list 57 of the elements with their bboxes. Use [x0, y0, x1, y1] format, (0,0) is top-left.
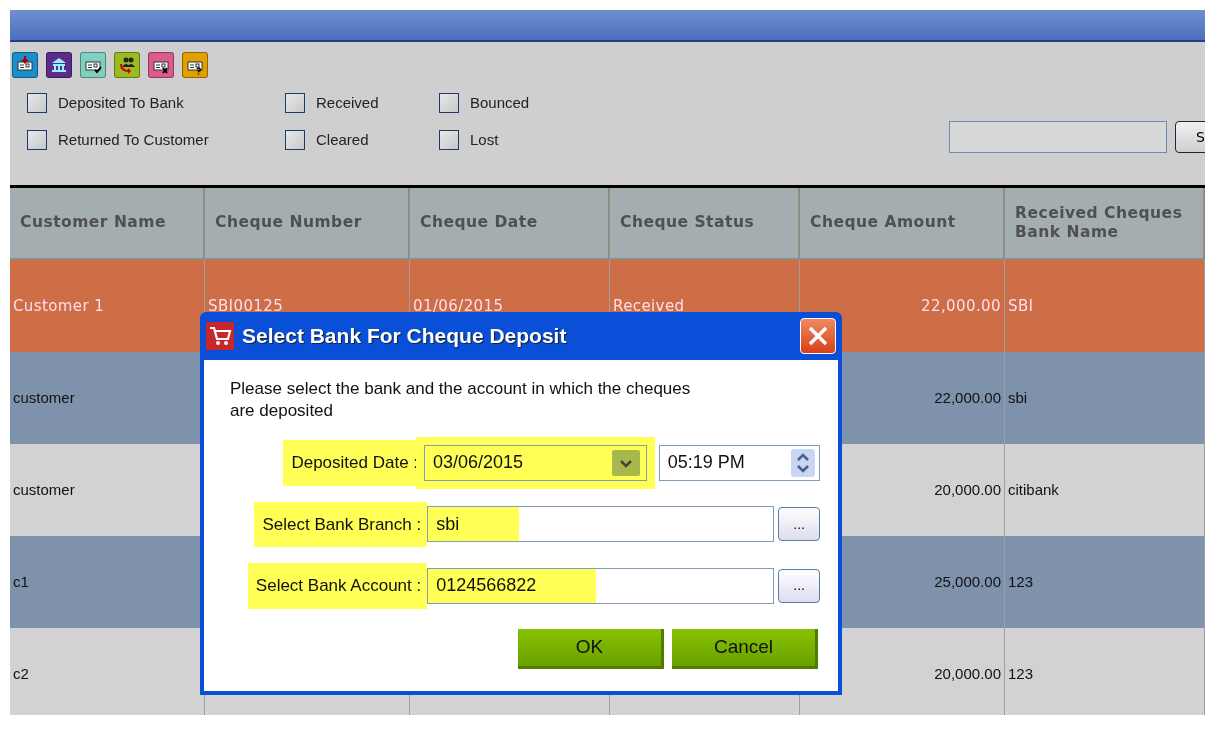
table-cell-text: SBI00125 — [208, 295, 284, 317]
close-icon — [807, 325, 829, 347]
search-button[interactable]: S — [1175, 121, 1205, 153]
checkbox[interactable] — [439, 93, 459, 114]
table-cell-text: customer — [13, 387, 75, 408]
card-check-icon[interactable] — [80, 52, 106, 78]
input-field[interactable]: 0124566822 — [427, 567, 775, 604]
column-header[interactable]: Cheque Date — [410, 188, 610, 260]
browse-button[interactable]: ... — [778, 507, 820, 542]
column-header[interactable]: Received Cheques Bank Name — [1005, 188, 1205, 260]
table-cell-text: SBI — [1008, 295, 1034, 317]
cart-icon — [206, 322, 234, 350]
table-cell-text: sbi — [1008, 387, 1028, 408]
table-cell-text: 25,000.00 — [934, 571, 1001, 592]
column-header[interactable]: Cheque Status — [610, 188, 800, 260]
table-cell-text: c1 — [13, 571, 29, 592]
field-label: Select Bank Branch : — [254, 501, 428, 548]
checkbox-label: Bounced — [470, 93, 530, 113]
table-cell-text: citibank — [1008, 479, 1059, 500]
browse-button[interactable]: ... — [778, 568, 820, 603]
close-button[interactable] — [800, 318, 836, 354]
dialog-button[interactable]: Cancel — [672, 628, 818, 669]
table-cell-text: 123 — [1008, 571, 1034, 592]
table-cell-text: 22,000.00 — [934, 387, 1001, 408]
table-cell-text: Received — [613, 295, 685, 317]
table-cell-text: 20,000.00 — [934, 663, 1001, 684]
dialog-title: Select Bank For Cheque Deposit — [242, 323, 567, 350]
table-cell-text: 20,000.00 — [934, 479, 1001, 500]
checkbox[interactable] — [285, 129, 305, 150]
checkbox-label: Returned To Customer — [58, 129, 209, 150]
field-label: Select Bank Account : — [247, 563, 428, 609]
table-cell-text: Customer 1 — [13, 295, 105, 317]
table-cell-text: c2 — [13, 663, 29, 684]
checkbox-label: Deposited To Bank — [58, 93, 184, 113]
table-cell-text: 01/06/2015 — [413, 295, 504, 317]
spinner-icon[interactable] — [791, 448, 815, 477]
dialog-message: Please select the bank and the account in which the cheques are deposited — [230, 378, 692, 423]
checkbox-label: Lost — [470, 129, 499, 150]
dialog-button[interactable]: OK — [518, 628, 664, 669]
checkbox-label: Received — [316, 93, 379, 113]
column-header[interactable]: Customer Name — [10, 188, 205, 260]
time-field[interactable]: 05:19 PM — [658, 444, 820, 481]
checkbox[interactable] — [439, 129, 459, 150]
column-header[interactable]: Cheque Number — [205, 188, 410, 260]
bank-icon[interactable] — [46, 52, 72, 78]
checkbox-label: Cleared — [316, 129, 369, 150]
input-field[interactable]: sbi — [427, 506, 775, 543]
card-question-icon[interactable] — [182, 52, 208, 78]
checkbox[interactable] — [285, 93, 305, 114]
table-cell-text: 123 — [1008, 663, 1034, 684]
table-cell-text: customer — [13, 479, 75, 500]
column-header[interactable]: Cheque Amount — [800, 188, 1005, 260]
checkbox[interactable] — [27, 93, 47, 114]
table-cell-text: 22,000.00 — [921, 295, 1001, 317]
card-x-icon[interactable] — [148, 52, 174, 78]
checkbox[interactable] — [27, 129, 47, 150]
search-field[interactable] — [949, 121, 1167, 153]
